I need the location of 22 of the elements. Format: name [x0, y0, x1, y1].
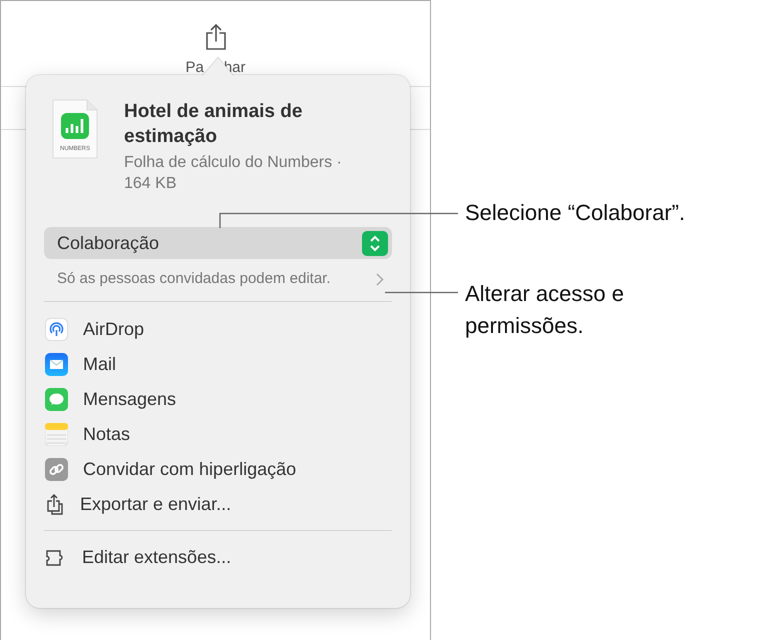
mode-dropdown[interactable]: Colaboração: [44, 227, 392, 259]
share-option[interactable]: Notas: [44, 417, 392, 452]
stepper-icon: [362, 230, 388, 256]
speech-bubble-icon: [45, 388, 68, 411]
share-option[interactable]: Editar extensões...: [44, 540, 392, 575]
link-icon: [45, 458, 68, 481]
file-details: Folha de cálculo do Numbers · 164 KB: [124, 153, 343, 194]
envelope-icon: [45, 353, 68, 376]
share-option[interactable]: Convidar com hiperligação: [44, 452, 392, 487]
notepad-icon: [45, 423, 68, 446]
callout-text: Alterar acesso e permissões.: [465, 280, 625, 340]
callout-text: Selecione “Colaborar”.: [465, 199, 686, 227]
file-title: Hotel de animais de estimação: [124, 100, 304, 149]
share-icon[interactable]: [204, 23, 228, 51]
share-icon: [45, 493, 65, 516]
toolbar-label: Pa: [185, 59, 204, 76]
share-option[interactable]: Mail: [44, 347, 392, 382]
share-option[interactable]: Mensagens: [44, 382, 392, 417]
share-option[interactable]: Exportar e enviar...: [44, 487, 392, 522]
access-summary[interactable]: Só as pessoas convidadas podem editar.: [57, 269, 332, 289]
airdrop-icon: [45, 318, 68, 341]
share-option[interactable]: AirDrop: [44, 312, 392, 347]
